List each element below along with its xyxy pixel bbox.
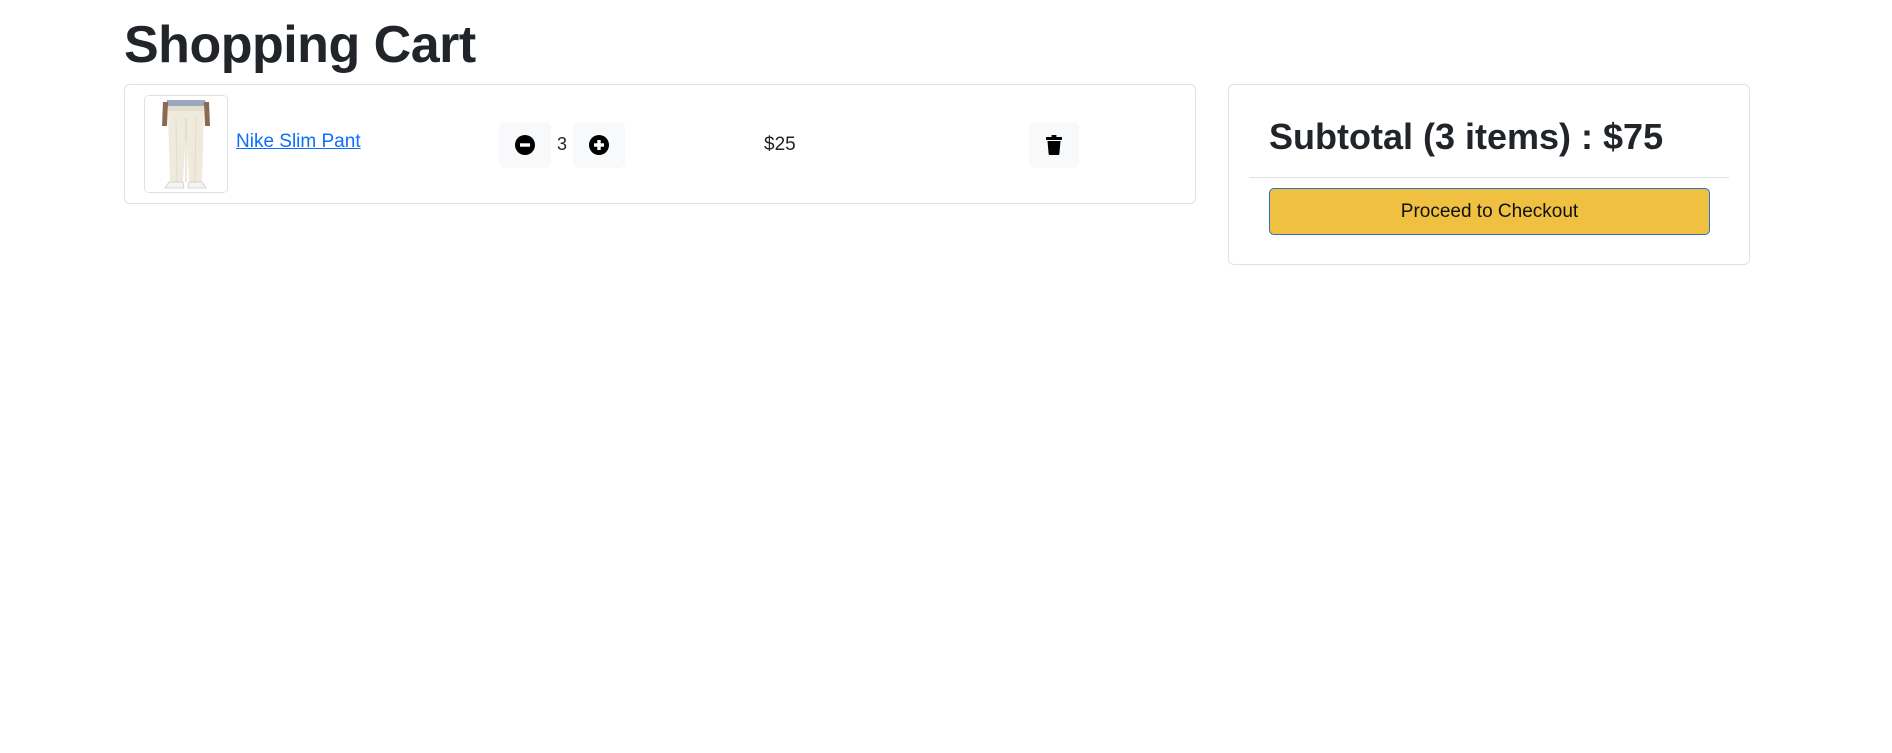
minus-circle-icon: [515, 135, 535, 155]
increase-quantity-button[interactable]: [573, 122, 625, 168]
trash-icon: [1046, 135, 1062, 155]
subtotal-heading: Subtotal (3 items) : $75: [1269, 116, 1664, 157]
order-summary-card: Subtotal (3 items) : $75 Proceed to Chec…: [1228, 84, 1750, 265]
page-title: Shopping Cart: [124, 16, 476, 74]
item-price: $25: [764, 134, 796, 155]
proceed-to-checkout-button[interactable]: Proceed to Checkout: [1269, 188, 1710, 235]
pants-product-image: [145, 96, 227, 192]
delete-item-button[interactable]: [1029, 122, 1079, 168]
cart-items-list: Nike Slim Pant 3 $25: [124, 84, 1196, 204]
summary-divider: [1249, 177, 1729, 178]
plus-circle-icon: [589, 135, 609, 155]
decrease-quantity-button[interactable]: [499, 122, 551, 168]
product-name-link[interactable]: Nike Slim Pant: [236, 131, 361, 153]
product-image[interactable]: [144, 95, 228, 193]
cart-page: Shopping Cart Nike Slim Pant 3 $25 Subto…: [0, 0, 1892, 753]
quantity-value: 3: [556, 134, 567, 154]
